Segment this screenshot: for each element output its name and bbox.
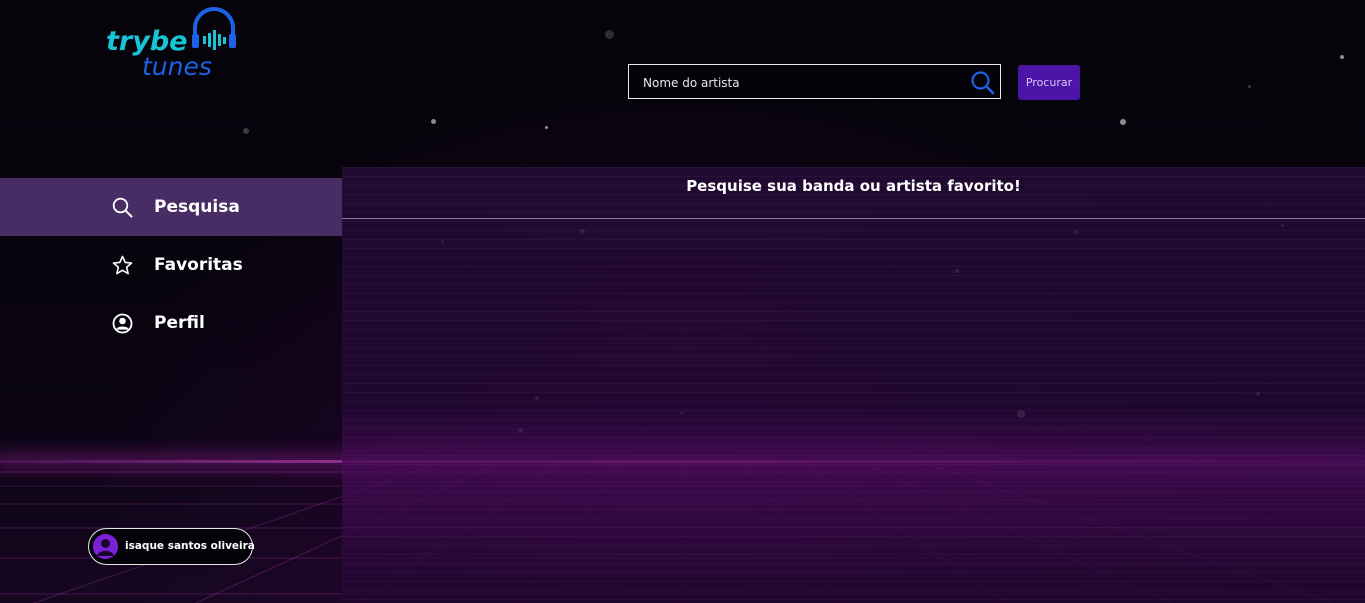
headphones-icon bbox=[192, 7, 236, 50]
sidebar-item-pesquisa[interactable]: Pesquisa bbox=[0, 178, 342, 236]
user-circle-icon bbox=[112, 313, 133, 334]
star-icon bbox=[112, 255, 133, 275]
search-icon bbox=[112, 197, 133, 218]
user-avatar-icon bbox=[97, 539, 114, 556]
main-content: Pesquise sua banda ou artista favorito! bbox=[342, 167, 1365, 603]
avatar bbox=[93, 534, 118, 559]
sidebar-nav: Pesquisa Favoritas Perfil bbox=[0, 178, 342, 352]
title-divider bbox=[342, 218, 1365, 219]
app-page: trybe tunes Procurar bbox=[0, 0, 1365, 603]
sidebar-item-label: Pesquisa bbox=[154, 197, 240, 217]
sidebar-item-label: Perfil bbox=[154, 313, 205, 333]
search-button[interactable]: Procurar bbox=[1018, 65, 1080, 100]
page-title: Pesquise sua banda ou artista favorito! bbox=[686, 177, 1021, 195]
search-box bbox=[628, 64, 1001, 100]
logo-text-tunes: tunes bbox=[142, 52, 212, 81]
sidebar-item-favoritas[interactable]: Favoritas bbox=[0, 236, 342, 294]
search-input[interactable] bbox=[641, 65, 965, 100]
search-icon[interactable] bbox=[970, 70, 996, 96]
user-profile-chip[interactable]: isaque santos oliveira bbox=[88, 528, 255, 565]
sidebar-item-perfil[interactable]: Perfil bbox=[0, 294, 342, 352]
user-name: isaque santos oliveira bbox=[125, 540, 255, 552]
app-logo[interactable]: trybe tunes bbox=[106, 6, 246, 84]
sidebar-item-label: Favoritas bbox=[154, 255, 243, 275]
